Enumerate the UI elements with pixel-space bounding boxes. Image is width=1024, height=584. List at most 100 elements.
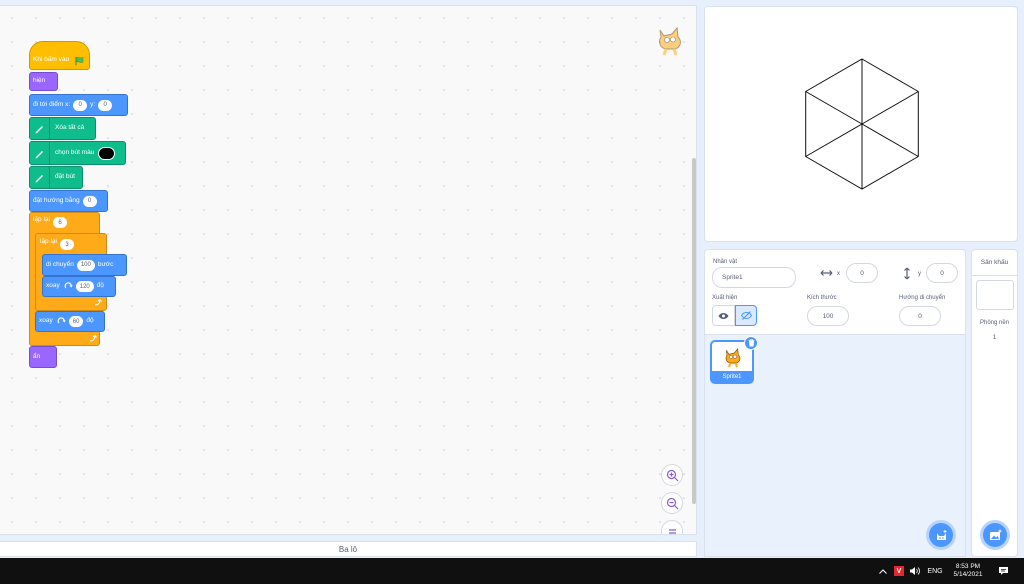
add-backdrop-icon [989, 529, 1001, 540]
scratch-cat-icon [659, 26, 681, 56]
rotate-right-icon [64, 282, 73, 289]
turn-inner-label: xoay [46, 282, 60, 290]
y-input[interactable]: 0 [926, 263, 958, 283]
arrows-vertical-icon [904, 267, 910, 280]
sprite-name-input[interactable]: Sprite1 [712, 267, 796, 288]
pen-color-swatch[interactable] [98, 146, 116, 160]
hide-label: ẩn [33, 352, 41, 360]
move-steps-input[interactable]: 100 [76, 259, 95, 271]
move-steps-block[interactable]: di chuyển 100 bước [42, 254, 127, 276]
turn-outer-input[interactable]: 60 [68, 316, 84, 327]
goto-y-input[interactable]: 0 [98, 99, 113, 111]
x-label: x [837, 271, 840, 277]
repeat-inner-input[interactable]: 3 [59, 239, 74, 250]
size-label: Kích thước [807, 295, 837, 301]
green-flag-icon [75, 56, 84, 65]
zoom-reset-icon [668, 528, 676, 534]
add-sprite-icon [936, 529, 946, 540]
show-label: Xuất hiện [712, 295, 738, 301]
delete-sprite-button[interactable] [744, 336, 758, 350]
direction-input[interactable]: 0 [899, 306, 941, 326]
direction-label: Hướng di chuyển [899, 295, 946, 301]
size-value: 100 [822, 312, 834, 320]
stage-canvas[interactable] [704, 6, 1018, 242]
hide-block[interactable]: ẩn [29, 346, 57, 368]
pen-icon [30, 142, 50, 164]
taskbar: V ENG 8:53 PM 5/14/2021 [0, 558, 1024, 584]
repeat-outer-input[interactable]: 6 [52, 217, 67, 228]
backpack-bar[interactable]: Ba lô [0, 541, 697, 557]
y-label: y [918, 271, 921, 277]
turn-outer-block[interactable]: xoay 60 độ [35, 311, 105, 332]
turn-inner-block[interactable]: xoay 120 độ [42, 276, 116, 297]
sprite-label: Nhân vật [713, 259, 738, 265]
chevron-up-icon [879, 568, 887, 574]
loop-arrow-icon [89, 335, 97, 342]
hexagon-drawing [805, 58, 919, 190]
antivirus-letter: V [894, 566, 904, 576]
zoom-out-button[interactable] [661, 492, 683, 514]
code-area[interactable]: Khi bấm vào hiện đi tới điểm x: 0 y: 0 X… [0, 5, 697, 535]
hide-sprite-button[interactable] [735, 305, 757, 326]
code-area-scrollbar[interactable] [692, 158, 696, 504]
goto-x-input[interactable]: 0 [73, 99, 88, 111]
when-flag-clicked-label: Khi bấm vào [33, 56, 70, 64]
y-value: 0 [940, 269, 944, 277]
when-flag-clicked-block[interactable]: Khi bấm vào [29, 41, 90, 70]
zoom-reset-button[interactable] [661, 520, 683, 534]
loop-arrow-icon [94, 299, 102, 306]
goto-xy-block[interactable]: đi tới điểm x: 0 y: 0 [29, 94, 128, 116]
notifications-button[interactable] [994, 558, 1012, 584]
goto-y-label: y: [90, 100, 96, 108]
antivirus-tray-icon[interactable]: V [893, 558, 905, 584]
x-input[interactable]: 0 [846, 263, 878, 283]
pen-icon [30, 167, 50, 188]
pen-down-block[interactable]: đặt bút [29, 166, 83, 189]
sprite-name-value: Sprite1 [722, 274, 743, 281]
add-backdrop-button[interactable] [980, 520, 1010, 550]
x-value: 0 [860, 269, 864, 277]
size-input[interactable]: 100 [807, 306, 849, 326]
speaker-icon [910, 567, 920, 575]
scratch-cat-icon [725, 348, 741, 368]
move-steps-label: di chuyển [46, 260, 74, 268]
stage-selector-title: Sân khấu [972, 250, 1017, 276]
clock[interactable]: 8:53 PM 5/14/2021 [947, 558, 989, 584]
zoom-in-icon [666, 469, 678, 481]
repeat-inner-label: lặp lại [40, 238, 57, 245]
turn-inner-input[interactable]: 120 [75, 281, 94, 292]
point-direction-input[interactable]: 0 [82, 195, 97, 207]
zoom-out-icon [666, 497, 678, 509]
stage-selector[interactable]: Sân khấu Phông nền 1 [971, 249, 1018, 557]
backpack-label: Ba lô [338, 544, 358, 554]
repeat-outer-label: lặp lại [33, 216, 50, 223]
show-sprite-button[interactable] [712, 305, 735, 326]
notification-icon [998, 567, 1008, 575]
sprite-tile[interactable]: Sprite1 [710, 336, 758, 384]
add-sprite-button[interactable] [926, 520, 956, 550]
set-pen-color-block[interactable]: chọn bút màu [29, 141, 126, 165]
show-block[interactable]: hiện [29, 72, 58, 91]
pen-down-label: đặt bút [55, 173, 75, 181]
erase-all-block[interactable]: Xóa tất cả [29, 117, 96, 140]
erase-all-label: Xóa tất cả [55, 124, 85, 132]
sprite-list-pane: Sprite1 [704, 335, 966, 557]
rotate-right-icon [57, 317, 66, 324]
trash-icon [748, 339, 754, 347]
language-indicator[interactable]: ENG [925, 558, 945, 584]
clock-time: 8:53 PM [955, 562, 981, 570]
move-steps-unit: bước [97, 260, 114, 268]
show-label: hiện [33, 77, 46, 85]
arrows-horizontal-icon [820, 270, 833, 276]
eye-slash-icon [740, 311, 752, 320]
set-pen-color-label: chọn bút màu [55, 148, 95, 156]
tray-expand-button[interactable] [876, 558, 890, 584]
turn-outer-label: xoay [39, 317, 53, 325]
zoom-in-button[interactable] [661, 464, 683, 486]
volume-button[interactable] [907, 558, 923, 584]
stage-thumbnail[interactable] [976, 280, 1014, 310]
point-direction-label: đặt hướng bằng [33, 196, 80, 204]
point-direction-block[interactable]: đặt hướng bằng 0 [29, 190, 108, 212]
pen-icon [30, 118, 50, 139]
direction-value: 0 [918, 312, 922, 320]
